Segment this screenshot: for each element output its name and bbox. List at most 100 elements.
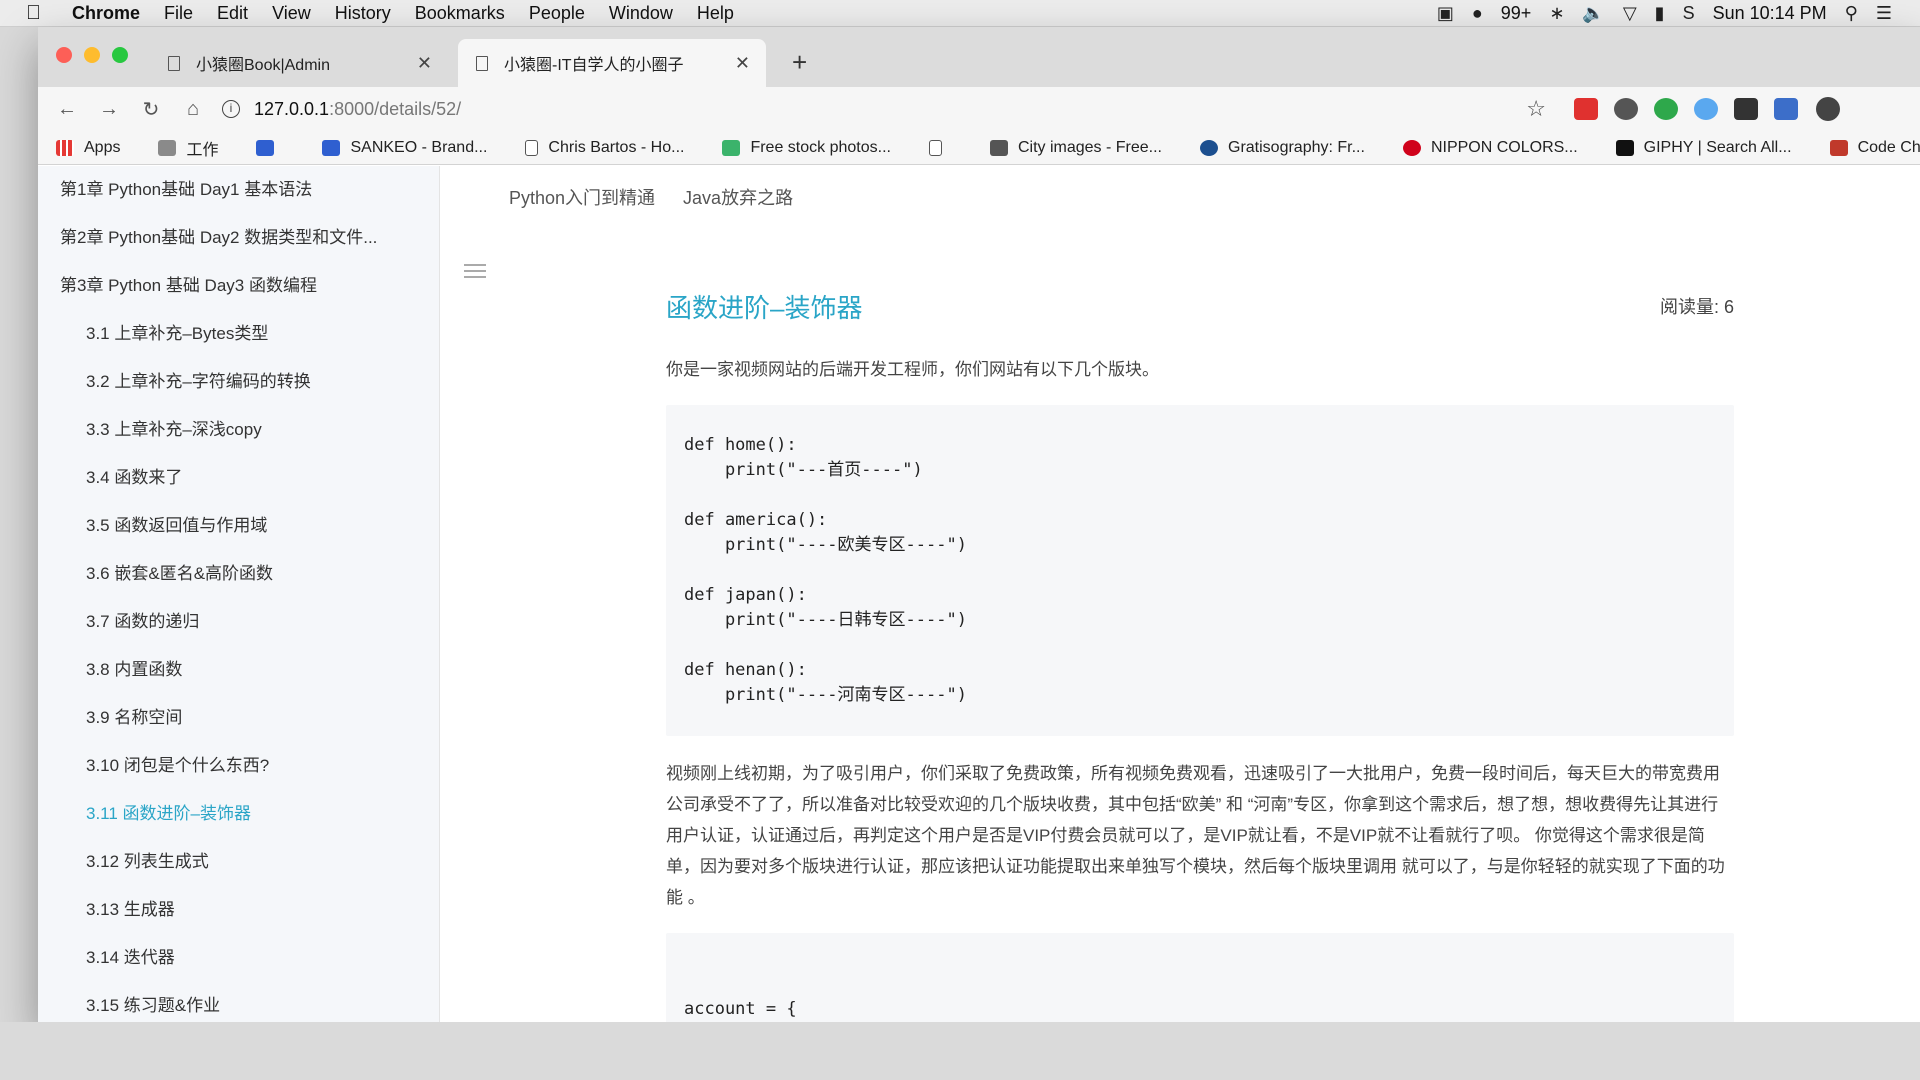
sidebar-item[interactable]: 3.5 函数返回值与作用域 [38, 502, 439, 550]
extension-fe-icon[interactable] [1574, 98, 1598, 120]
menu-view[interactable]: View [272, 3, 311, 24]
spotlight-search-icon[interactable]: ⚲ [1845, 3, 1858, 24]
wifi-icon[interactable]: ▽ [1623, 3, 1637, 24]
doc-icon [525, 139, 539, 156]
nippon-icon [1402, 139, 1421, 156]
top-nav: Python入门到精通 Java放弃之路 [441, 166, 1920, 228]
codecharts-icon [1829, 139, 1848, 156]
back-icon[interactable]: ← [46, 98, 88, 121]
sidebar-item[interactable]: 第3章 Python 基础 Day3 函数编程 [38, 262, 439, 310]
bookmark-nippon[interactable]: NIPPON COLORS... [1402, 139, 1578, 157]
bookmark-free-stock[interactable]: Free stock photos... [722, 139, 891, 157]
sidebar-item[interactable]: 3.12 列表生成式 [38, 838, 439, 886]
menu-people[interactable]: People [529, 3, 585, 24]
site-info-icon[interactable]: i [222, 100, 240, 118]
sidebar-item[interactable]: 3.7 函数的递归 [38, 598, 439, 646]
close-tab-icon[interactable]: ✕ [735, 53, 750, 74]
bookmark-chris-bartos[interactable]: Chris Bartos - Ho... [525, 139, 684, 157]
address-bar[interactable]: i 127.0.0.1 :8000/details/52/ ☆ [222, 92, 1552, 126]
code-block: account = { [666, 933, 1734, 1022]
sidebar-item[interactable]: 3.11 函数进阶–装饰器 [38, 790, 439, 838]
sidebar-item[interactable]: 3.4 函数来了 [38, 454, 439, 502]
menu-help[interactable]: Help [697, 3, 734, 24]
menu-bookmarks[interactable]: Bookmarks [415, 3, 505, 24]
sidebar-item[interactable]: 3.1 上章补充–Bytes类型 [38, 310, 439, 358]
bookmark-icon-only[interactable] [256, 139, 284, 156]
bookmark-gratisography[interactable]: Gratisography: Fr... [1200, 139, 1365, 157]
new-tab-button[interactable]: + [792, 47, 807, 78]
sidebar-item[interactable]: 3.6 嵌套&匿名&高阶函数 [38, 550, 439, 598]
bookmark-apps[interactable]: Apps [56, 139, 120, 157]
screen-record-icon[interactable]: ▣ [1437, 3, 1454, 24]
sidebar-item[interactable]: 3.2 上章补充–字符编码的转换 [38, 358, 439, 406]
sidebar-item[interactable]: 3.14 迭代器 [38, 934, 439, 982]
battery-icon[interactable]: ▮ [1655, 3, 1665, 24]
extension-icon[interactable] [1614, 98, 1638, 120]
bookmark-sankeo[interactable]: SANKEO - Brand... [322, 139, 487, 157]
toggle-sidebar-icon[interactable] [464, 264, 486, 282]
extensions [1574, 98, 1798, 120]
article-title: 函数进阶–装饰器 [666, 292, 863, 323]
sidebar-item[interactable]: 3.9 名称空间 [38, 694, 439, 742]
folder-icon [158, 139, 177, 156]
forward-icon[interactable]: → [88, 98, 130, 121]
home-icon[interactable]: ⌂ [172, 98, 214, 121]
menu-edit[interactable]: Edit [217, 3, 248, 24]
tab-active-article[interactable]: 小猿圈-IT自学人的小圈子 ✕ [458, 39, 766, 87]
photo-icon [722, 139, 741, 156]
apple-icon[interactable]:  [26, 2, 54, 25]
web-page: 第1章 Python基础 Day1 基本语法 第2章 Python基础 Day2 … [38, 166, 1920, 1022]
bookmark-giphy[interactable]: GIPHY | Search All... [1615, 139, 1792, 157]
close-window-button[interactable] [56, 47, 72, 63]
notification-count: 99+ [1500, 2, 1532, 23]
menu-file[interactable]: File [164, 3, 193, 24]
page-icon [168, 55, 180, 71]
minimize-window-button[interactable] [84, 47, 100, 63]
notification-center-icon[interactable]: ☰ [1876, 3, 1892, 24]
extension-icon[interactable] [1734, 98, 1758, 120]
translate-icon[interactable] [1774, 98, 1798, 120]
reload-icon[interactable]: ↻ [130, 97, 172, 122]
tab-strip: 小猿圈Book|Admin ✕ 小猿圈-IT自学人的小圈子 ✕ + [38, 27, 1920, 87]
sidebar-item[interactable]: 3.13 生成器 [38, 886, 439, 934]
url-path: :8000/details/52/ [329, 98, 462, 119]
bookmark-code-charts[interactable]: Code Charts [1829, 139, 1920, 157]
tab-admin[interactable]: 小猿圈Book|Admin ✕ [150, 39, 448, 87]
bookmark-doc[interactable] [928, 139, 952, 156]
doc-icon [928, 139, 942, 156]
nav-java[interactable]: Java放弃之路 [683, 184, 793, 210]
sidebar-item[interactable]: 第1章 Python基础 Day1 基本语法 [38, 166, 439, 214]
camera-icon [989, 139, 1008, 156]
volume-icon[interactable]: 🔈 [1582, 3, 1604, 24]
sidebar-item[interactable]: 3.15 练习题&作业 [38, 982, 439, 1022]
desktop-background [0, 1022, 1920, 1080]
menu-window[interactable]: Window [609, 3, 673, 24]
menu-history[interactable]: History [335, 3, 391, 24]
bluetooth-icon[interactable]: ∗ [1549, 3, 1564, 24]
profile-avatar-icon[interactable] [1816, 97, 1840, 121]
bookmarks-bar: Apps 工作 SANKEO - Brand... Chris Bartos -… [38, 131, 1920, 165]
menu-app[interactable]: Chrome [72, 3, 140, 24]
status-area: ▣ ● 99+ ∗ 🔈 ▽ ▮ S Sun 10:14 PM ⚲ ☰ [1437, 3, 1920, 24]
bookmark-city-images[interactable]: City images - Free... [989, 139, 1162, 157]
bookmark-folder-work[interactable]: 工作 [158, 136, 218, 160]
sidebar-item[interactable]: 3.3 上章补充–深浅copy [38, 406, 439, 454]
nav-python[interactable]: Python入门到精通 [509, 184, 655, 210]
url-host: 127.0.0.1 [254, 98, 330, 119]
bookmark-star-icon[interactable]: ☆ [1526, 96, 1546, 122]
close-tab-icon[interactable]: ✕ [417, 53, 432, 74]
extension-icon[interactable] [1694, 98, 1718, 120]
evernote-icon[interactable] [1654, 98, 1678, 120]
sidebar-item[interactable]: 3.10 闭包是个什么东西? [38, 742, 439, 790]
s-app-icon[interactable]: S [1683, 3, 1695, 24]
sidebar-item[interactable]: 3.8 内置函数 [38, 646, 439, 694]
article-paragraph: 视频刚上线初期，为了吸引用户，你们采取了免费政策，所有视频免费观看，迅速吸引了一… [666, 764, 1725, 907]
sidebar-item[interactable]: 第2章 Python基础 Day2 数据类型和文件... [38, 214, 439, 262]
zoom-window-button[interactable] [112, 47, 128, 63]
read-count: 阅读量: 6 [1659, 297, 1734, 317]
article: 函数进阶–装饰器 阅读量: 6 你是一家视频网站的后端开发工程师，你们网站有以下… [666, 286, 1734, 1022]
sidebar-toc: 第1章 Python基础 Day1 基本语法 第2章 Python基础 Day2 … [38, 166, 440, 1022]
bell-icon[interactable]: ● [1472, 3, 1483, 24]
clock[interactable]: Sun 10:14 PM [1713, 3, 1827, 24]
browser-toolbar: ← → ↻ ⌂ i 127.0.0.1 :8000/details/52/ ☆ [38, 87, 1920, 131]
